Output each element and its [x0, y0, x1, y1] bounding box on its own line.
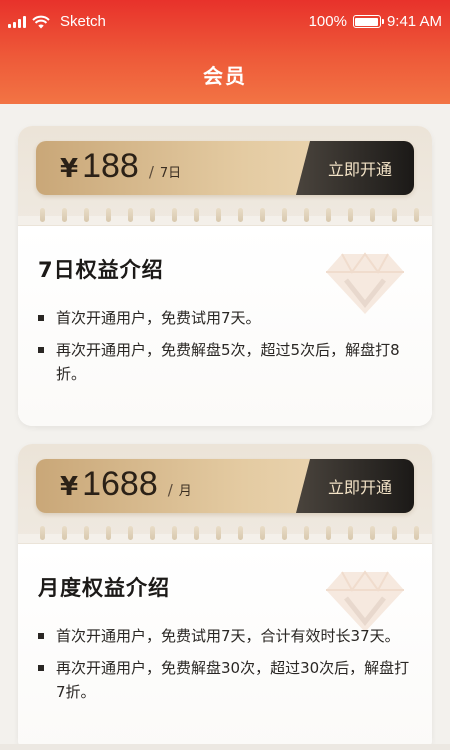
ticket-pin	[348, 208, 353, 222]
currency-symbol: ¥	[60, 154, 79, 184]
ticket-pin	[282, 208, 287, 222]
bottom-edge	[0, 744, 450, 750]
status-bar: Sketch 100% 9:41 AM	[0, 0, 450, 44]
price-amount: 1688	[82, 465, 158, 503]
price: ¥ 1688 / 月	[60, 465, 192, 507]
ticket-pin	[282, 526, 287, 540]
open-now-button[interactable]: 立即开通	[296, 459, 414, 513]
ticket-pin	[106, 526, 111, 540]
price-period: 月	[178, 484, 192, 499]
ticket-pin	[326, 208, 331, 222]
section-title: 7日权益介绍	[38, 258, 164, 282]
ticket-pin	[216, 208, 221, 222]
ticket-pin	[194, 208, 199, 222]
currency-symbol: ¥	[60, 472, 79, 502]
ticket-pin	[128, 526, 133, 540]
benefit-item: 首次开通用户，免费试用7天，合计有效时长37天。	[38, 624, 418, 648]
price-amount: 188	[82, 147, 139, 185]
card-body: 月度权益介绍 首次开通用户，免费试用7天，合计有效时长37天。 再次开通用户，免…	[18, 544, 432, 750]
ticket-pin	[172, 208, 177, 222]
carrier-name: Sketch	[60, 13, 106, 30]
ticket-pin	[40, 526, 45, 540]
wifi-icon	[32, 15, 50, 28]
ticket-pin	[40, 208, 45, 222]
ticket-pin	[304, 208, 309, 222]
benefits-list: 首次开通用户，免费试用7天，合计有效时长37天。 再次开通用户，免费解盘30次，…	[38, 624, 418, 712]
ticket-pin	[392, 526, 397, 540]
card-body: 7日权益介绍 首次开通用户，免费试用7天。 再次开通用户，免费解盘5次，超过5次…	[18, 226, 432, 426]
header: Sketch 100% 9:41 AM 会员	[0, 0, 450, 104]
ticket-pin	[238, 208, 243, 222]
ticket-pin	[150, 526, 155, 540]
ticket-pin	[414, 526, 419, 540]
ticket-pin	[62, 526, 67, 540]
price: ¥ 188 / 7日	[60, 147, 181, 189]
ticket-pin	[84, 208, 89, 222]
signal-icon	[8, 15, 26, 28]
ticket-pin	[106, 208, 111, 222]
ticket-pin	[84, 526, 89, 540]
battery-percentage: 100%	[308, 13, 347, 30]
price-separator: /	[148, 163, 154, 181]
ticket-pin	[392, 208, 397, 222]
ticket-pin	[238, 526, 243, 540]
ticket-pin	[62, 208, 67, 222]
ticket-pin	[194, 526, 199, 540]
ticket-pin	[304, 526, 309, 540]
ticket-pin	[216, 526, 221, 540]
ticket-pin	[260, 208, 265, 222]
price-bar: ¥ 1688 / 月 立即开通	[36, 459, 414, 513]
battery-icon	[352, 15, 384, 28]
status-right: 100% 9:41 AM	[309, 13, 442, 30]
page-title: 会员	[203, 64, 247, 88]
membership-card-7day: ¥ 188 / 7日 立即开通 7日权益介绍 首次开通用户，免费试用7天。 再次…	[18, 126, 432, 426]
price-period: 7日	[159, 166, 182, 181]
benefit-item: 首次开通用户，免费试用7天。	[38, 306, 418, 330]
ticket-pin	[150, 208, 155, 222]
ticket-divider	[18, 524, 432, 544]
ticket-pin	[370, 208, 375, 222]
ticket-pin	[172, 526, 177, 540]
ticket-pin	[370, 526, 375, 540]
price-bar: ¥ 188 / 7日 立即开通	[36, 141, 414, 195]
benefits-list: 首次开通用户，免费试用7天。 再次开通用户，免费解盘5次，超过5次后，解盘打8折…	[38, 306, 418, 394]
ticket-pin	[326, 526, 331, 540]
ticket-pin	[348, 526, 353, 540]
open-now-button[interactable]: 立即开通	[296, 141, 414, 195]
ticket-divider	[18, 206, 432, 226]
section-title: 月度权益介绍	[38, 576, 170, 600]
ticket-pin	[260, 526, 265, 540]
ticket-pin	[128, 208, 133, 222]
benefit-item: 再次开通用户，免费解盘5次，超过5次后，解盘打8折。	[38, 338, 418, 386]
price-separator: /	[167, 481, 173, 499]
ticket-pin	[414, 208, 419, 222]
membership-card-monthly: ¥ 1688 / 月 立即开通 月度权益介绍 首次开通用户，免费试用7天，合计有…	[18, 444, 432, 750]
clock: 9:41 AM	[386, 13, 442, 30]
benefit-item: 再次开通用户，免费解盘30次，超过30次后，解盘打7折。	[38, 656, 418, 704]
status-left: Sketch	[8, 13, 106, 30]
